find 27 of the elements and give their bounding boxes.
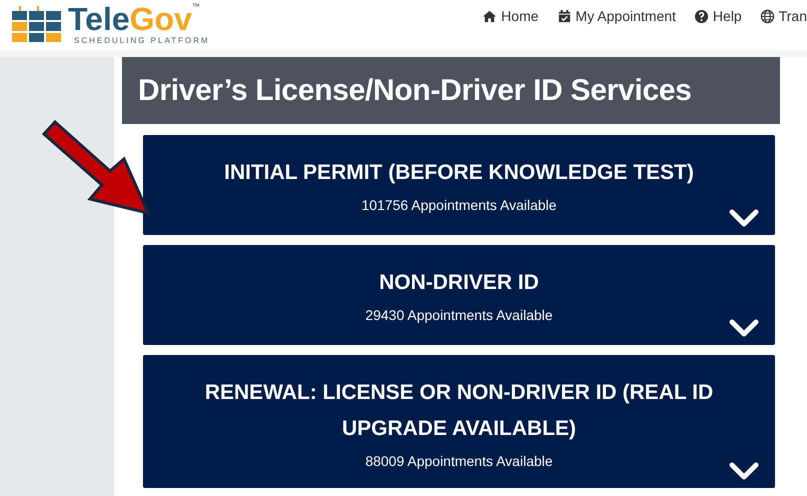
nav-link[interactable]: Home xyxy=(482,6,539,27)
trademark: ™ xyxy=(192,3,200,11)
nav-link[interactable]: Tran xyxy=(760,6,807,27)
help-icon xyxy=(694,9,709,24)
chevron-down-icon[interactable] xyxy=(729,319,759,338)
logo-text: Tele xyxy=(68,3,130,35)
home-icon xyxy=(482,9,498,24)
availability-text: 88009 Appointments Available xyxy=(365,452,553,471)
arrow-icon xyxy=(42,119,152,217)
service-title: NON-DRIVER ID xyxy=(379,270,539,296)
logo-text: Gov xyxy=(130,3,192,35)
calendar-icon xyxy=(556,9,572,24)
service-card[interactable]: RENEWAL: LICENSE OR NON-DRIVER ID (REAL ID UPGRADE AVAILABLE) 88009 Appointments Available xyxy=(143,355,775,488)
logo-icon xyxy=(12,6,62,44)
service-title: RENEWAL: LICENSE OR NON-DRIVER ID (REAL ID UPGRADE AVAILABLE) xyxy=(204,380,714,442)
availability-text: 29430 Appointments Available xyxy=(365,306,553,325)
globe-icon xyxy=(760,9,775,24)
chevron-down-icon[interactable] xyxy=(729,209,759,228)
logo-tagline: SCHEDULING PLATFORM xyxy=(73,35,210,47)
service-card[interactable]: INITIAL PERMIT (BEFORE KNOWLEDGE TEST) 101756 Appointments Available xyxy=(143,135,775,235)
page-title: Driver’s License/Non-Driver ID Services xyxy=(138,73,692,109)
availability-text: 101756 Appointments Available xyxy=(361,196,557,215)
chevron-down-icon[interactable] xyxy=(729,462,759,481)
service-card[interactable]: NON-DRIVER ID 29430 Appointments Available xyxy=(143,245,775,345)
service-title: INITIAL PERMIT (BEFORE KNOWLEDGE TEST) xyxy=(224,160,694,186)
nav-link[interactable]: My Appointment xyxy=(556,6,676,27)
nav-link[interactable]: Help xyxy=(694,6,742,27)
